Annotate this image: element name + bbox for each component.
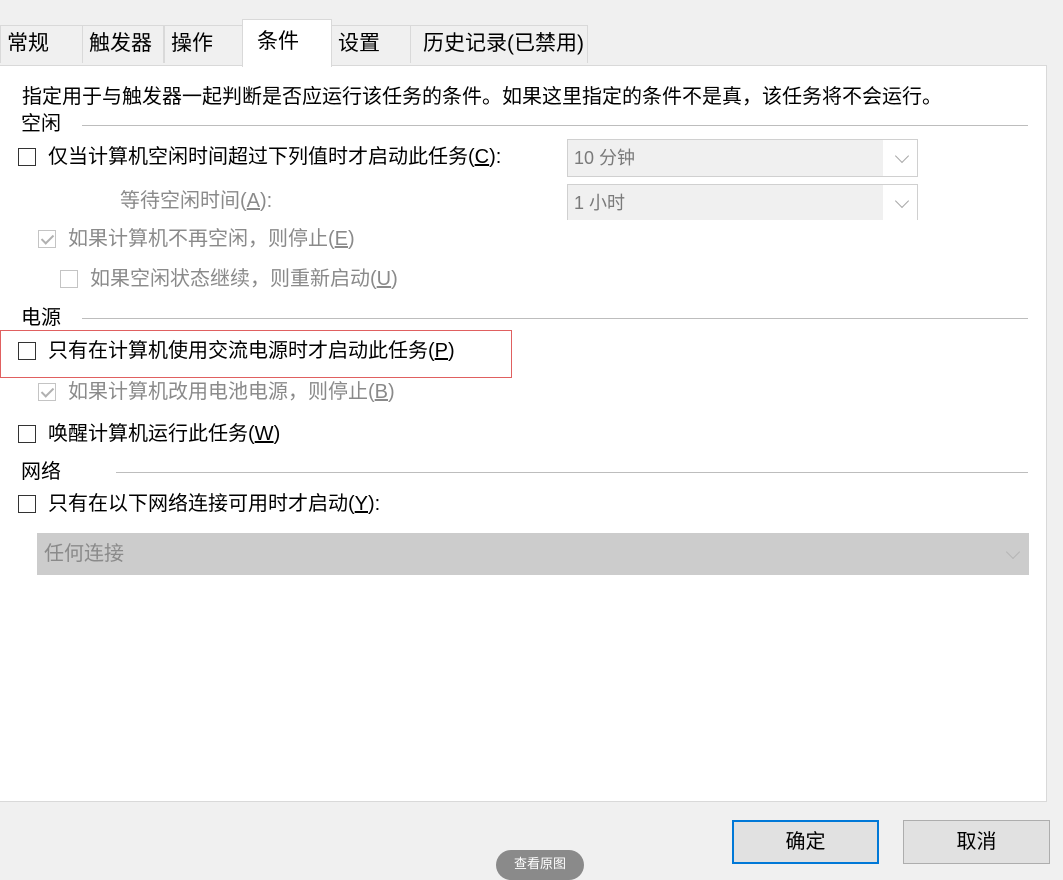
start-only-if-idle-checkbox[interactable]	[18, 148, 36, 166]
idle-group-line	[82, 125, 1028, 126]
restart-if-idle-label: 如果空闲状态继续，则重新启动(U)	[90, 268, 398, 290]
wait-duration-value: 1 小时	[568, 185, 883, 220]
wake-computer-label: 唤醒计算机运行此任务(W)	[48, 423, 281, 445]
description-text: 指定用于与触发器一起判断是否应运行该任务的条件。如果这里指定的条件不是真，该任务…	[22, 86, 942, 108]
wait-duration-combo[interactable]: 1 小时	[567, 184, 918, 220]
chevron-down-icon	[894, 193, 910, 208]
idle-group-label: 空闲	[21, 113, 61, 135]
restart-if-idle-checkbox[interactable]	[60, 270, 78, 288]
ac-power-only-label: 只有在计算机使用交流电源时才启动此任务(P)	[48, 340, 455, 362]
stop-if-not-idle-checkbox[interactable]	[38, 230, 56, 248]
stop-on-battery-checkbox[interactable]	[38, 383, 56, 401]
stop-on-battery-label: 如果计算机改用电池电源，则停止(B)	[68, 381, 395, 403]
tab-settings[interactable]: 设置	[331, 25, 411, 63]
stop-if-not-idle-label: 如果计算机不再空闲，则停止(E)	[68, 228, 355, 250]
idle-duration-value: 10 分钟	[568, 140, 883, 176]
tab-conditions[interactable]: 条件	[242, 19, 332, 67]
power-group-label: 电源	[21, 307, 61, 329]
tab-bar: 常规 触发器 操作 条件 设置 历史记录(已禁用)	[0, 0, 1063, 67]
network-group-line	[116, 472, 1028, 473]
start-only-if-idle-label: 仅当计算机空闲时间超过下列值时才启动此任务(C):	[48, 146, 502, 168]
tab-general[interactable]: 常规	[0, 25, 83, 63]
chevron-down-icon	[894, 148, 910, 164]
network-connection-value: 任何连接	[44, 543, 124, 565]
view-original-pill[interactable]: 查看原图	[496, 850, 584, 880]
power-group-line	[82, 318, 1028, 319]
ok-button[interactable]: 确定	[732, 820, 879, 864]
network-group-label: 网络	[21, 461, 61, 483]
ac-power-only-checkbox[interactable]	[18, 342, 36, 360]
tab-triggers[interactable]: 触发器	[82, 25, 164, 63]
cancel-button[interactable]: 取消	[903, 820, 1050, 864]
tab-actions[interactable]: 操作	[164, 25, 244, 63]
idle-duration-combo[interactable]: 10 分钟	[567, 139, 918, 177]
tab-history[interactable]: 历史记录(已禁用)	[410, 25, 588, 63]
network-only-label: 只有在以下网络连接可用时才启动(Y):	[48, 493, 381, 515]
wake-computer-checkbox[interactable]	[18, 425, 36, 443]
network-only-checkbox[interactable]	[18, 495, 36, 513]
wait-idle-label: 等待空闲时间(A):	[120, 190, 273, 212]
network-connection-combo[interactable]: 任何连接	[37, 533, 1029, 575]
